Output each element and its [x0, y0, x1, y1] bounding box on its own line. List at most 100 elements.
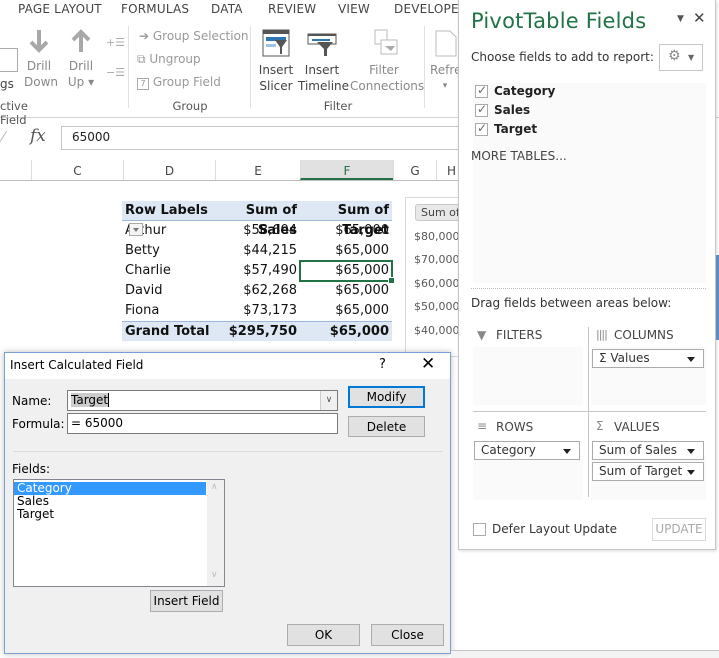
- field-checkbox-target[interactable]: [475, 121, 488, 136]
- field-label-category[interactable]: Category: [494, 84, 555, 98]
- dialog-titlebar[interactable]: Insert Calculated Field ? ✕: [5, 353, 450, 379]
- values-item-sum-of-sales[interactable]: Sum of Sales: [592, 441, 704, 460]
- row-label[interactable]: Fiona: [122, 301, 216, 321]
- insert-field-button[interactable]: Insert Field: [150, 590, 223, 612]
- row-label[interactable]: Charlie: [122, 261, 216, 281]
- target-cell[interactable]: $65,000: [300, 281, 392, 301]
- close-button[interactable]: Close: [371, 624, 444, 646]
- refresh-dropdown-icon: ▾: [442, 81, 448, 91]
- columns-item-values[interactable]: Σ Values: [592, 349, 704, 368]
- filters-area[interactable]: [473, 347, 583, 405]
- tab-page-layout[interactable]: PAGE LAYOUT: [18, 2, 102, 16]
- fx-icon[interactable]: fx: [30, 126, 46, 146]
- filter-dropdown-icon[interactable]: [129, 223, 143, 236]
- pivot-chart[interactable]: Sum of $80,000 $70,000 $60,000 $50,000 $…: [405, 197, 465, 357]
- field-list-item-target[interactable]: Target: [14, 508, 206, 521]
- target-cell[interactable]: $65,000: [300, 301, 392, 321]
- sum-of-sales-header[interactable]: Sum of Sales: [216, 201, 300, 238]
- area-divider: [473, 411, 706, 412]
- help-button[interactable]: ?: [379, 357, 386, 372]
- scroll-down-icon[interactable]: ∨: [211, 570, 218, 580]
- ok-button[interactable]: OK: [287, 624, 360, 646]
- defer-layout-checkbox[interactable]: [473, 523, 486, 536]
- rows-header: ROWS: [496, 420, 534, 434]
- sum-of-target-header[interactable]: Sum of Target: [300, 201, 392, 238]
- drill-up-button[interactable]: Drill Up ▾: [66, 28, 96, 90]
- sales-cell[interactable]: $62,268: [216, 281, 300, 301]
- grand-total-row: Grand Total $295,750 $65,000: [122, 321, 392, 341]
- grand-total-label[interactable]: Grand Total: [122, 322, 216, 341]
- group-selection-button[interactable]: ➔ Group Selection: [139, 29, 249, 43]
- sales-cell[interactable]: $58,604: [216, 221, 300, 241]
- tab-data[interactable]: DATA: [211, 2, 243, 16]
- field-checkbox-category[interactable]: [475, 83, 488, 98]
- field-checkbox-sales[interactable]: [475, 102, 488, 117]
- pane-title: PivotTable Fields: [471, 9, 647, 33]
- delete-button[interactable]: Delete: [348, 416, 425, 437]
- close-icon[interactable]: ✕: [693, 9, 706, 27]
- grand-total-sales[interactable]: $295,750: [216, 322, 300, 341]
- drill-down-button[interactable]: Drill Down: [24, 28, 58, 90]
- tab-developer[interactable]: DEVELOPER: [394, 2, 467, 16]
- pane-splitter[interactable]: [471, 288, 706, 289]
- rows-item-category[interactable]: Category: [474, 441, 580, 460]
- formula-input[interactable]: 65000: [61, 126, 461, 150]
- more-tables-link[interactable]: MORE TABLES...: [471, 149, 567, 163]
- values-item-sum-of-target[interactable]: Sum of Target: [592, 462, 704, 481]
- sales-cell[interactable]: $73,173: [216, 301, 300, 321]
- grand-total-target[interactable]: $65,000: [300, 322, 392, 341]
- field-settings-button[interactable]: gs: [0, 76, 14, 92]
- target-cell[interactable]: $65,000: [300, 241, 392, 261]
- column-header-c[interactable]: C: [31, 160, 123, 180]
- insert-timeline-button[interactable]: Insert Timeline: [298, 28, 349, 94]
- column-header-d[interactable]: D: [123, 160, 215, 180]
- close-icon[interactable]: ✕: [421, 354, 435, 374]
- slicer-icon: [262, 29, 290, 57]
- defer-layout-label: Defer Layout Update: [492, 522, 618, 536]
- filter-connections-button[interactable]: Filter Connections: [350, 28, 425, 94]
- column-header-e[interactable]: E: [215, 160, 300, 180]
- gear-icon: ⚙: [668, 48, 681, 64]
- row-label[interactable]: Betty: [122, 241, 216, 261]
- separator: [128, 26, 129, 108]
- pane-options-dropdown-icon[interactable]: ▼: [677, 14, 684, 24]
- scroll-up-icon[interactable]: ∧: [211, 482, 218, 492]
- target-cell[interactable]: $65,000: [300, 221, 392, 241]
- pivot-row: Fiona $73,173 $65,000: [122, 301, 392, 321]
- group-field-button[interactable]: 7 Group Field: [137, 75, 221, 90]
- row-label[interactable]: David: [122, 281, 216, 301]
- enter-check-icon[interactable]: ⁄: [2, 128, 5, 146]
- fields-listbox[interactable]: Category Sales Target ∧ ∨: [13, 479, 225, 587]
- insert-slicer-button[interactable]: Insert Slicer: [258, 28, 294, 94]
- rows-area[interactable]: [473, 455, 583, 500]
- formula-field[interactable]: = 65000: [67, 413, 338, 434]
- timeline-icon: [307, 33, 337, 56]
- collapse-field-icon[interactable]: −☰: [106, 66, 125, 79]
- filter-connections-label-1: Filter: [369, 63, 399, 77]
- refresh-button[interactable]: Refre ▾: [430, 28, 460, 94]
- sales-cell[interactable]: $57,490: [216, 261, 300, 281]
- listbox-scrollbar[interactable]: ∧ ∨: [207, 480, 224, 586]
- sales-cell[interactable]: $44,215: [216, 241, 300, 261]
- update-button[interactable]: UPDATE: [652, 518, 706, 541]
- tools-button[interactable]: ⚙ ▼: [659, 44, 703, 71]
- field-label-sales[interactable]: Sales: [494, 103, 530, 117]
- field-label-target[interactable]: Target: [494, 122, 537, 136]
- column-header-f[interactable]: F: [300, 160, 393, 180]
- tab-review[interactable]: REVIEW: [268, 2, 316, 16]
- sigma-icon: Σ: [596, 419, 604, 433]
- selected-target-cell[interactable]: $65,000: [299, 260, 395, 284]
- arrow-up-icon: [71, 29, 91, 52]
- insert-slicer-label-1: Insert: [258, 63, 294, 77]
- chevron-down-icon[interactable]: ∨: [320, 391, 337, 410]
- name-combobox[interactable]: Target ∨: [67, 390, 338, 411]
- ungroup-button[interactable]: ⧉ Ungroup: [137, 52, 201, 67]
- expand-field-icon[interactable]: +☰: [106, 36, 125, 49]
- tab-formulas[interactable]: FORMULAS: [121, 2, 189, 16]
- tab-view[interactable]: VIEW: [338, 2, 370, 16]
- columns-header: COLUMNS: [614, 328, 674, 342]
- modify-button[interactable]: Modify: [348, 386, 425, 408]
- row-labels-header[interactable]: Row Labels: [122, 201, 216, 236]
- column-header-g[interactable]: G: [393, 160, 436, 180]
- filter-connections-label-2: Connections: [350, 79, 425, 93]
